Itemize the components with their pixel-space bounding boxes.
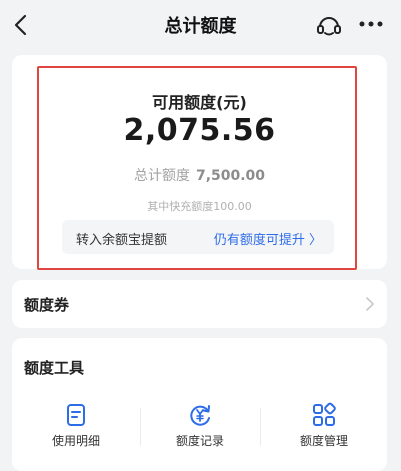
quota-tools-card: 额度工具 使用明细 额度记录 额度管理	[12, 338, 387, 471]
quota-coupon-row[interactable]: 额度券	[12, 280, 387, 328]
quota-coupon-label: 额度券	[24, 296, 70, 314]
grid-manage-icon	[313, 402, 336, 426]
tool-label: 使用明细	[51, 434, 100, 448]
chevron-right-icon	[366, 297, 374, 311]
tool-quota-record[interactable]: 额度记录	[140, 402, 260, 450]
navigation-bar: 总计额度	[0, 0, 401, 50]
tool-divider	[260, 408, 261, 446]
headset-icon[interactable]	[315, 11, 343, 39]
quota-tools-title: 额度工具	[24, 359, 85, 377]
more-dots-icon[interactable]	[358, 17, 384, 31]
tool-usage-detail[interactable]: 使用明细	[16, 402, 136, 450]
detail-list-icon	[67, 404, 85, 426]
tool-quota-manage[interactable]: 额度管理	[264, 402, 384, 450]
highlight-frame	[37, 66, 357, 270]
tool-label: 额度管理	[299, 434, 348, 448]
tool-label: 额度记录	[175, 434, 224, 448]
yuan-record-icon	[190, 405, 210, 426]
